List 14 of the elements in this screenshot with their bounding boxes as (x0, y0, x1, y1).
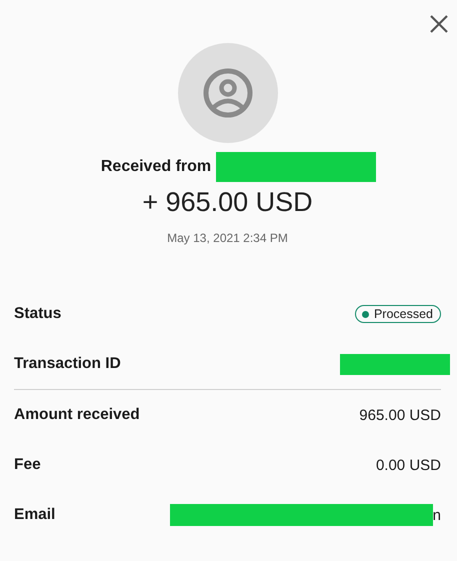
detail-label: Amount received (14, 406, 140, 424)
amount: + 965.00 USD (142, 187, 313, 218)
status-text: Processed (374, 307, 433, 321)
detail-label: Fee (14, 456, 41, 474)
sender-label: Received from (100, 158, 212, 176)
detail-value: 0.00 USD (376, 456, 441, 474)
detail-label: Email (14, 506, 56, 524)
user-icon (202, 67, 254, 119)
detail-label: Transaction ID (14, 355, 121, 373)
detail-value: n (432, 506, 441, 524)
close-icon (429, 14, 449, 34)
date: May 13, 2021 2:34 PM (167, 231, 288, 245)
detail-value: 965.00 USD (359, 406, 441, 424)
detail-label: Status (14, 305, 62, 323)
